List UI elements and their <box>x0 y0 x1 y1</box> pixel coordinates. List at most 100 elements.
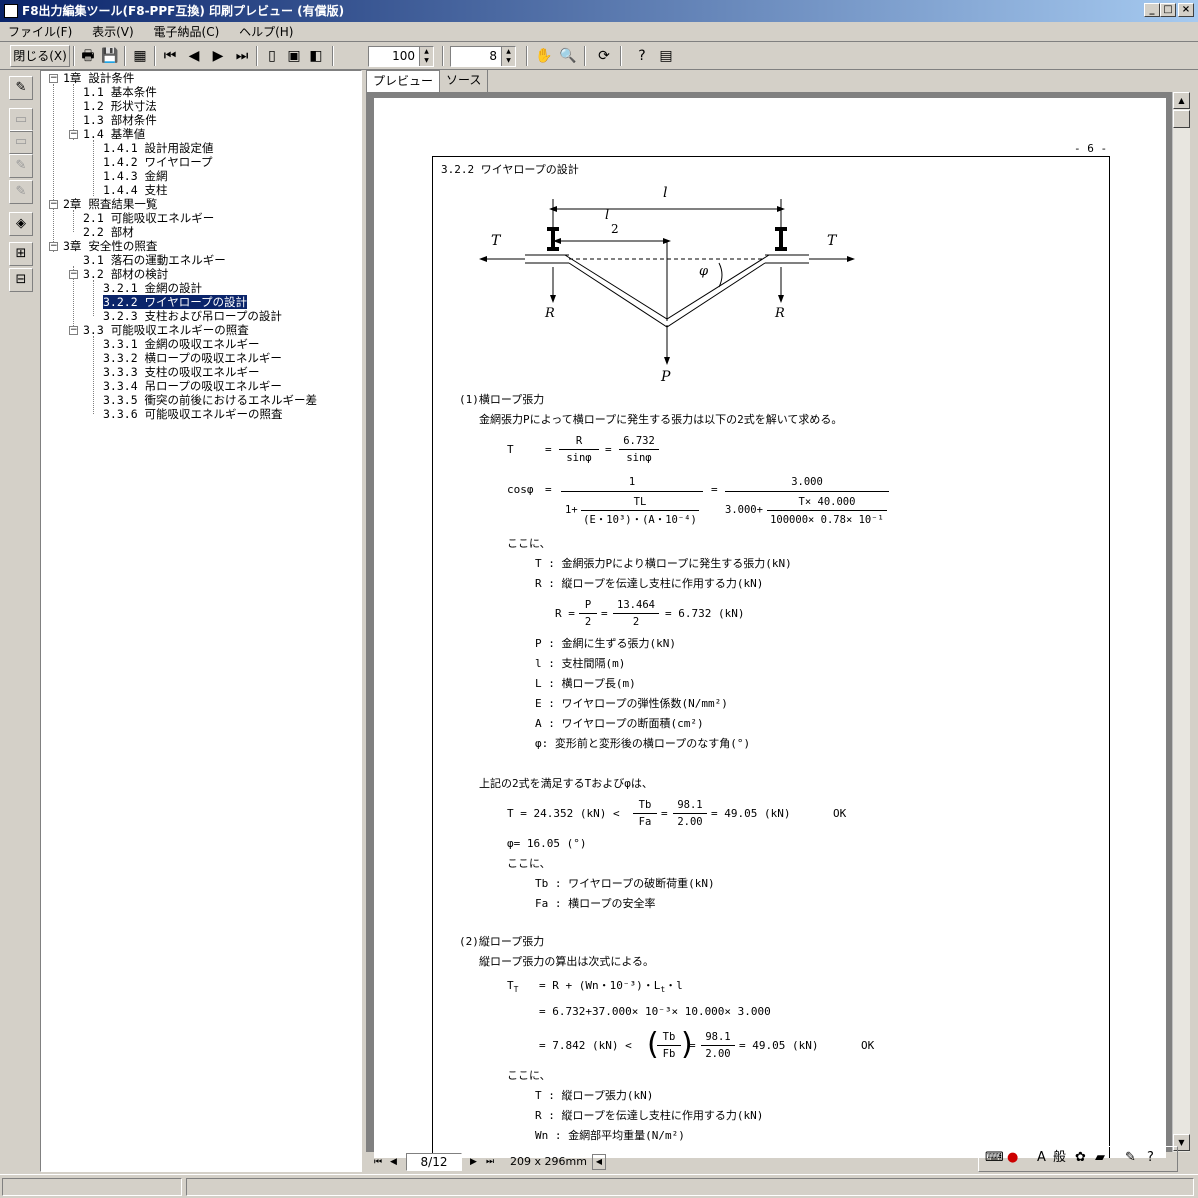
tree-item[interactable]: 3.3.6 可能吸収エネルギーの照査 <box>103 407 283 421</box>
tab-source[interactable]: ソース <box>440 70 489 92</box>
tree-item[interactable]: 3.2.3 支柱および吊ロープの設計 <box>103 309 282 323</box>
tree-item[interactable]: 3.3 可能吸収エネルギーの照査 <box>83 323 249 337</box>
window-title: F8出力編集ツール(F8-PPF互換) 印刷プレビュー (有償版) <box>22 4 345 18</box>
tree-item[interactable]: 3.3.2 横ロープの吸収エネルギー <box>103 351 282 365</box>
toolbar-separator <box>124 46 126 66</box>
tree-collapse-icon[interactable]: ⊟ <box>9 268 33 292</box>
collapse-toggle[interactable]: − <box>49 200 58 209</box>
tree-item[interactable]: 1.4 基準値 <box>83 127 145 141</box>
R-fraction2: 13.464 2 <box>613 597 659 630</box>
hand-tool-icon[interactable]: ✋ <box>534 46 554 66</box>
tree-item[interactable]: 2.2 部材 <box>83 225 134 239</box>
tree-expand-icon[interactable]: ⊞ <box>9 242 33 266</box>
single-page-icon[interactable]: ▯ <box>262 46 282 66</box>
tree-item[interactable]: 1.4.2 ワイヤロープ <box>103 155 213 169</box>
first-page-nav-icon[interactable]: ⏮ <box>374 1152 382 1172</box>
definition: Fa : 横ロープの安全率 <box>535 897 656 910</box>
keyboard-icon[interactable]: ⌨ <box>985 1147 1004 1169</box>
collapse-toggle[interactable]: − <box>69 130 78 139</box>
toolbar-separator <box>154 46 156 66</box>
collapse-toggle[interactable]: − <box>69 270 78 279</box>
minimize-button[interactable]: _ <box>1144 3 1160 17</box>
zoom-input[interactable]: 100 ▲ ▼ <box>368 46 434 67</box>
prev-page-nav-icon[interactable]: ◀ <box>390 1152 397 1172</box>
zoom-spinner[interactable]: ▲ ▼ <box>419 47 433 66</box>
definition: R : 縦ロープを伝達し支柱に作用する力(kN) <box>535 577 764 590</box>
eq2-equals: = <box>545 483 552 496</box>
dictionary-mode[interactable]: 般 <box>1053 1147 1066 1169</box>
input-mode[interactable]: A <box>1037 1147 1046 1169</box>
tree-item[interactable]: 1.4.3 金網 <box>103 169 168 183</box>
print-icon[interactable]: 🖶 <box>78 46 98 66</box>
menu-e-delivery[interactable]: 電子納品(C) <box>146 22 228 42</box>
tree-item[interactable]: 3章 安全性の照査 <box>63 239 157 253</box>
menu-file[interactable]: ファイル(F) <box>0 22 80 42</box>
scroll-thumb[interactable] <box>1173 110 1190 128</box>
T-fraction1: Tb Fa <box>633 797 657 830</box>
font-size-spinner[interactable]: ▲ ▼ <box>501 47 515 66</box>
collapse-toggle[interactable]: − <box>69 326 78 335</box>
tree-item[interactable]: 3.3.3 支柱の吸収エネルギー <box>103 365 260 379</box>
refresh-icon[interactable]: ⟳ <box>594 46 614 66</box>
next-page-icon[interactable]: ▶ <box>208 46 228 66</box>
tree-item[interactable]: 3.2.1 金網の設計 <box>103 281 202 295</box>
eq1-lhs: T <box>507 443 514 456</box>
page-navigation: ⏮ ◀ 8/12 ▶ ⏭ 209 x 296mm ◀ <box>366 1152 976 1172</box>
pen-icon[interactable]: ✎ <box>9 76 33 100</box>
close-window-button[interactable]: × <box>1178 3 1194 17</box>
tool-1-icon[interactable]: ▭ <box>9 108 33 132</box>
tree-item[interactable]: 1.4.1 設計用設定値 <box>103 141 214 155</box>
eq2-fraction2: 3.000 3.000+ T× 40.000 100000× 0.78× 10⁻… <box>725 473 889 532</box>
page-indicator[interactable]: 8/12 <box>406 1153 462 1171</box>
tree-item[interactable]: 2.1 可能吸収エネルギー <box>83 211 214 225</box>
ime-pad-icon[interactable]: ▰ <box>1095 1147 1105 1169</box>
collapse-toggle[interactable]: − <box>49 74 58 83</box>
tab-preview[interactable]: プレビュー <box>366 70 441 92</box>
export-icon[interactable]: ▦ <box>130 46 150 66</box>
eq2-equals2: = <box>711 483 718 496</box>
tree-item[interactable]: 3.2 部材の検討 <box>83 267 168 281</box>
tree-item[interactable]: 1.4.4 支柱 <box>103 183 168 197</box>
tree-item[interactable]: 2章 照査結果一覧 <box>63 197 157 211</box>
page-width-icon[interactable]: ▣ <box>284 46 304 66</box>
tree-item-selected[interactable]: 3.2.2 ワイヤロープの設計 <box>103 295 248 309</box>
tree-item[interactable]: 1.1 基本条件 <box>83 85 157 99</box>
tool-2-icon[interactable]: ▭ <box>9 130 33 154</box>
first-page-icon[interactable]: ⏮ <box>160 46 180 66</box>
heading-part2: (2)縦ロープ張力 <box>459 935 545 948</box>
vertical-scrollbar[interactable]: ▲ ▼ <box>1172 92 1190 1152</box>
save-icon[interactable]: 💾 <box>100 46 120 66</box>
status-bar <box>0 1174 1198 1198</box>
ime-ball-icon[interactable]: ● <box>1007 1147 1018 1169</box>
next-page-nav-icon[interactable]: ▶ <box>470 1152 477 1172</box>
maximize-button[interactable]: □ <box>1160 3 1176 17</box>
font-size-input[interactable]: 8 ▲ ▼ <box>450 46 516 67</box>
tree-item[interactable]: 1.3 部材条件 <box>83 113 157 127</box>
last-page-icon[interactable]: ⏭ <box>232 46 252 66</box>
menu-view[interactable]: 表示(V) <box>84 22 142 42</box>
tree-item[interactable]: 3.1 落石の運動エネルギー <box>83 253 226 267</box>
tool-4-icon[interactable]: ✎ <box>9 180 33 204</box>
tree-item[interactable]: 3.3.5 衝突の前後におけるエネルギー差 <box>103 393 317 407</box>
tool-3-icon[interactable]: ✎ <box>9 154 33 178</box>
hscroll-left-arrow[interactable]: ◀ <box>592 1154 606 1170</box>
zoom-tool-icon[interactable]: 🔍 <box>558 46 578 66</box>
tool-5-icon[interactable]: ◈ <box>9 212 33 236</box>
tree-item[interactable]: 1.2 形状寸法 <box>83 99 157 113</box>
prev-page-icon[interactable]: ◀ <box>184 46 204 66</box>
last-page-nav-icon[interactable]: ⏭ <box>486 1152 494 1172</box>
tree-item[interactable]: 3.3.4 吊ロープの吸収エネルギー <box>103 379 282 393</box>
info-icon[interactable]: ▤ <box>656 46 676 66</box>
ime-tool-icon[interactable]: ✿ <box>1075 1147 1086 1169</box>
scroll-up-arrow[interactable]: ▲ <box>1173 92 1190 109</box>
tree-item[interactable]: 1章 設計条件 <box>63 71 134 85</box>
menu-help[interactable]: ヘルプ(H) <box>231 22 301 42</box>
ime-help-icon[interactable]: ? <box>1147 1147 1154 1169</box>
span-label: l <box>663 185 667 201</box>
tree-item[interactable]: 3.3.1 金網の吸収エネルギー <box>103 337 260 351</box>
ime-pen-icon[interactable]: ✎ <box>1125 1147 1136 1169</box>
collapse-toggle[interactable]: − <box>49 242 58 251</box>
help-icon[interactable]: ? <box>632 46 652 66</box>
close-button[interactable]: 閉じる(X) <box>10 45 70 67</box>
whole-page-icon[interactable]: ◧ <box>306 46 326 66</box>
